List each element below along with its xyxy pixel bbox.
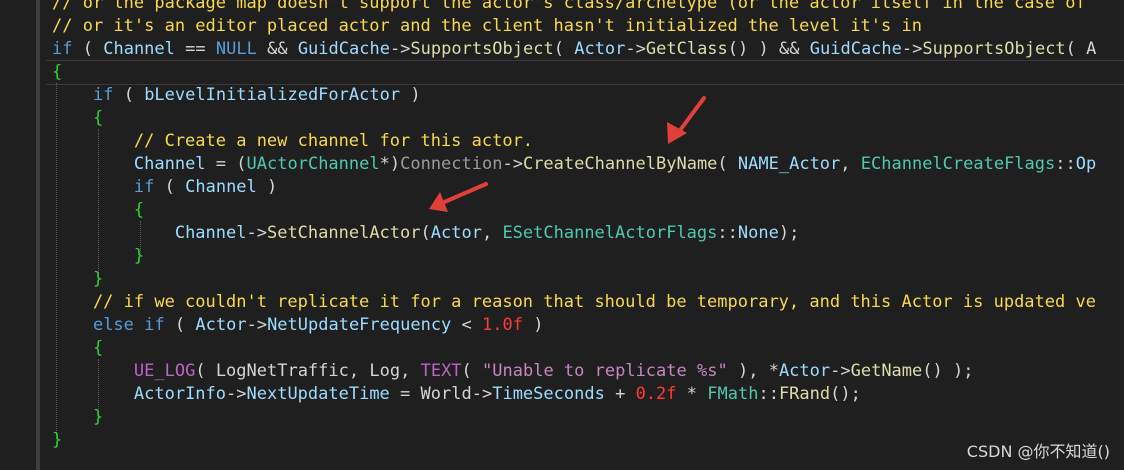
code-editor[interactable]: // or the package map doesn't support th… [0,0,1124,470]
annotation-arrows [429,96,706,212]
red-arrow-icon [429,182,488,212]
red-arrow-icon [667,96,706,144]
watermark: CSDN @你不知道() [966,442,1110,461]
